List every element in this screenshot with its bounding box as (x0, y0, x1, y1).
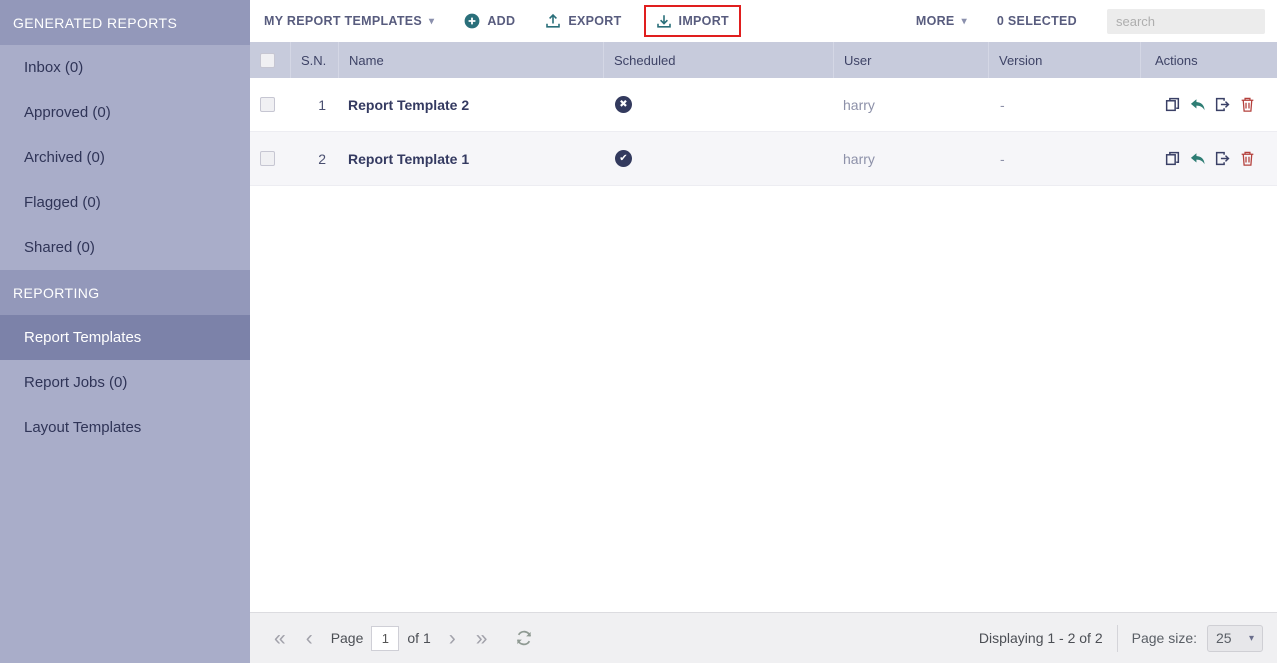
main-panel: MY REPORT TEMPLATES ▾ ADD EXPORT (250, 0, 1277, 663)
select-all-checkbox[interactable] (260, 53, 275, 68)
row-user: harry (833, 151, 988, 167)
copy-icon[interactable] (1164, 150, 1181, 167)
row-version: - (988, 151, 1140, 167)
sidebar-item-archived[interactable]: Archived (0) (0, 135, 250, 180)
row-sn: 2 (290, 151, 338, 167)
sidebar-item-inbox[interactable]: Inbox (0) (0, 45, 250, 90)
export-button[interactable]: EXPORT (545, 13, 621, 29)
toolbar-right: MORE ▾ 0 SELECTED (916, 9, 1265, 34)
toolbar: MY REPORT TEMPLATES ▾ ADD EXPORT (250, 0, 1277, 42)
app-window: GENERATED REPORTS Inbox (0) Approved (0)… (0, 0, 1277, 663)
upload-icon (545, 13, 561, 29)
revert-icon[interactable] (1189, 150, 1206, 167)
row-user: harry (833, 97, 988, 113)
export-row-icon[interactable] (1214, 96, 1231, 113)
import-button[interactable]: IMPORT (656, 13, 729, 29)
row-checkbox[interactable] (260, 151, 275, 166)
page-size-group: Page size: 25 ▾ (1117, 625, 1263, 652)
sidebar-section-reporting: REPORTING (0, 270, 250, 315)
revert-icon[interactable] (1189, 96, 1206, 113)
scheduled-icon: ✔ (615, 150, 632, 167)
column-header-user[interactable]: User (833, 42, 988, 78)
add-icon (464, 13, 480, 29)
add-button[interactable]: ADD (464, 13, 515, 29)
sidebar-item-shared[interactable]: Shared (0) (0, 225, 250, 270)
export-button-label: EXPORT (568, 14, 621, 28)
row-checkbox-cell (250, 151, 290, 166)
delete-icon[interactable] (1239, 96, 1256, 113)
row-checkbox-cell (250, 97, 290, 112)
sidebar-item-flagged[interactable]: Flagged (0) (0, 180, 250, 225)
column-header-version[interactable]: Version (988, 42, 1140, 78)
copy-icon[interactable] (1164, 96, 1181, 113)
table-row: 2 Report Template 1 ✔ harry - (250, 132, 1277, 186)
sidebar-item-layout-templates[interactable]: Layout Templates (0, 405, 250, 450)
chevron-down-icon: ▾ (429, 16, 434, 27)
more-button[interactable]: MORE ▾ (916, 14, 967, 28)
column-header-sn[interactable]: S.N. (290, 42, 338, 78)
more-button-label: MORE (916, 14, 955, 28)
next-page-button[interactable]: › (439, 628, 466, 649)
not-scheduled-icon: ✖ (615, 96, 632, 113)
row-actions (1140, 96, 1277, 113)
column-header-name[interactable]: Name (338, 42, 603, 78)
row-scheduled-cell: ✔ (603, 150, 833, 167)
pagination-bar: « ‹ Page of 1 › » Displaying 1 - 2 of 2 … (250, 612, 1277, 663)
column-header-scheduled[interactable]: Scheduled (603, 42, 833, 78)
row-name-link[interactable]: Report Template 2 (338, 97, 603, 113)
sidebar-item-approved[interactable]: Approved (0) (0, 90, 250, 135)
delete-icon[interactable] (1239, 150, 1256, 167)
row-checkbox[interactable] (260, 97, 275, 112)
table-header-row: S.N. Name Scheduled User Version Actions (250, 42, 1277, 78)
refresh-icon[interactable] (515, 629, 533, 647)
row-scheduled-cell: ✖ (603, 96, 833, 113)
last-page-button[interactable]: » (466, 628, 498, 649)
sidebar-item-report-jobs[interactable]: Report Jobs (0) (0, 360, 250, 405)
page-size-value: 25 (1216, 630, 1232, 646)
page-size-select[interactable]: 25 ▾ (1207, 625, 1263, 652)
selected-count: 0 SELECTED (997, 14, 1077, 28)
search-input[interactable] (1107, 9, 1265, 34)
row-sn: 1 (290, 97, 338, 113)
column-header-actions: Actions (1140, 42, 1277, 78)
prev-page-button[interactable]: ‹ (296, 628, 323, 649)
page-of-label: of 1 (407, 630, 430, 646)
page-label: Page (331, 630, 364, 646)
templates-menu-label: MY REPORT TEMPLATES (264, 14, 422, 28)
pagination-right: Displaying 1 - 2 of 2 Page size: 25 ▾ (979, 625, 1263, 652)
import-highlight-box: IMPORT (644, 5, 741, 37)
chevron-down-icon: ▾ (962, 16, 967, 27)
sidebar-item-report-templates[interactable]: Report Templates (0, 315, 250, 360)
templates-menu-button[interactable]: MY REPORT TEMPLATES ▾ (264, 14, 434, 28)
row-actions (1140, 150, 1277, 167)
displaying-label: Displaying 1 - 2 of 2 (979, 630, 1117, 646)
chevron-down-icon: ▾ (1249, 633, 1254, 644)
first-page-button[interactable]: « (264, 628, 296, 649)
sidebar-section-generated-reports: GENERATED REPORTS (0, 0, 250, 45)
table-empty-area (250, 186, 1277, 612)
export-row-icon[interactable] (1214, 150, 1231, 167)
add-button-label: ADD (487, 14, 515, 28)
sidebar: GENERATED REPORTS Inbox (0) Approved (0)… (0, 0, 250, 663)
row-name-link[interactable]: Report Template 1 (338, 151, 603, 167)
row-version: - (988, 97, 1140, 113)
page-size-label: Page size: (1132, 630, 1197, 646)
page-input[interactable] (371, 626, 399, 651)
import-button-label: IMPORT (679, 14, 729, 28)
table-row: 1 Report Template 2 ✖ harry - (250, 78, 1277, 132)
download-icon (656, 13, 672, 29)
header-checkbox-cell (250, 42, 290, 78)
